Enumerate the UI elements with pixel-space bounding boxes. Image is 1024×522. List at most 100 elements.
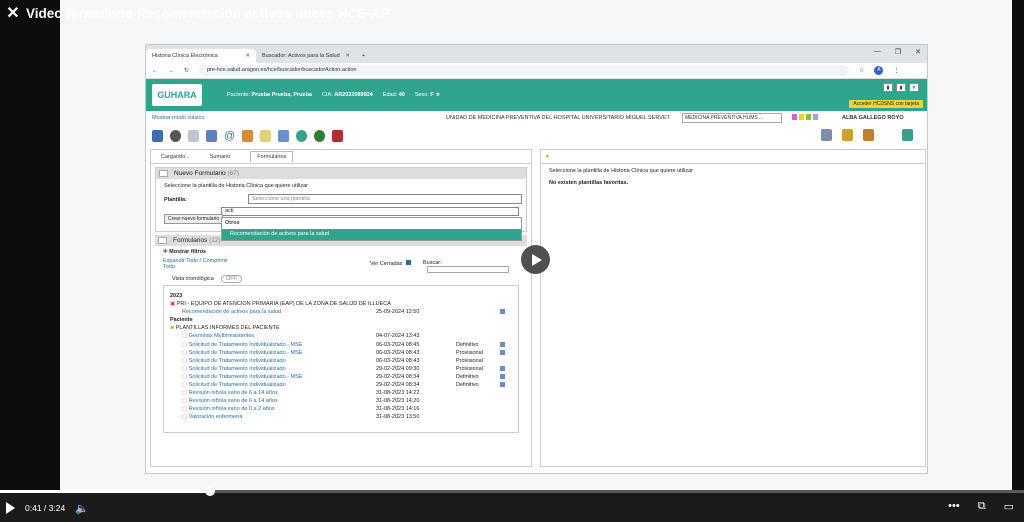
grid-icon[interactable]: [902, 129, 913, 141]
document-icon: ▢: [182, 398, 189, 405]
chip-icon[interactable]: [792, 114, 797, 120]
tree-row[interactable]: ▢ Revisión niño/a sano de 6 a 14 años 31-…: [170, 397, 512, 405]
expand-all-link[interactable]: Expandir Todo / Comprimir Todo: [163, 258, 233, 276]
report-icon[interactable]: [188, 130, 199, 142]
virus-icon[interactable]: [314, 130, 325, 142]
header-tool-icon[interactable]: ▮: [896, 83, 906, 92]
scrubber-handle[interactable]: [204, 486, 215, 496]
close-icon[interactable]: ✕: [245, 53, 250, 59]
menu-dots-icon[interactable]: ⋮: [893, 67, 899, 74]
dropdown-group-label: Otros: [225, 220, 240, 226]
new-tab-button[interactable]: +: [356, 49, 371, 63]
edit-icon[interactable]: [500, 382, 505, 388]
email-icon[interactable]: @: [224, 130, 235, 142]
buscar-input[interactable]: [427, 266, 509, 273]
no-favorites-text: No existen plantillas favoritas.: [549, 180, 629, 186]
tree-row[interactable]: Recomendación de activos para la salud 2…: [170, 308, 512, 316]
chip-icon[interactable]: [799, 114, 804, 120]
bars-icon[interactable]: [863, 129, 874, 141]
chip-icon[interactable]: [806, 114, 811, 120]
progress-bar[interactable]: [0, 486, 1024, 496]
restore-icon[interactable]: ❐: [895, 48, 901, 56]
sex-value: F: [430, 92, 434, 98]
monitor-icon[interactable]: [206, 130, 217, 142]
age-value: 40: [398, 92, 405, 98]
bookmark-star-icon[interactable]: ☆: [859, 67, 864, 74]
edit-icon[interactable]: [500, 365, 505, 371]
fullscreen-icon[interactable]: ▭: [1004, 500, 1014, 513]
hcdsns-button[interactable]: Acceder HCDSNS con tarjeta: [849, 100, 923, 108]
profile-avatar[interactable]: A: [874, 66, 884, 75]
attach-icon[interactable]: [821, 129, 832, 141]
star-icon[interactable]: ★: [435, 92, 440, 98]
forward-icon[interactable]: →: [168, 68, 174, 74]
play-button[interactable]: [521, 245, 550, 274]
tree-row[interactable]: ▢ Solicitud de Tratamiento Individualiza…: [170, 373, 512, 381]
document-icon[interactable]: [260, 130, 271, 142]
books-icon[interactable]: [152, 130, 163, 142]
tree-row-name: Solicitud de Tratamiento Individualizado: [188, 382, 286, 389]
tree-row[interactable]: ▢ Solicitud de Tratamiento Individualiza…: [170, 349, 512, 357]
tree-group[interactable]: ▰ PLANTILLAS INFORMES DEL PACIENTE: [170, 324, 512, 332]
header-close-icon[interactable]: ✕: [909, 83, 919, 92]
tree-group[interactable]: ▣ PRI - EQUIPO DE ATENCION PRIMARIA (EAP…: [170, 300, 512, 308]
folder-icon[interactable]: [242, 130, 253, 142]
camera-icon[interactable]: [170, 130, 181, 142]
binder-icon[interactable]: [332, 130, 343, 142]
edit-icon[interactable]: [500, 309, 505, 315]
ver-cerradas-checkbox[interactable]: [406, 260, 412, 265]
tree-row[interactable]: ▢ Valoración enfermería 31-08-2023 13:50: [170, 413, 512, 421]
forms-count: (12): [209, 237, 221, 244]
header-tool-icon[interactable]: ▮: [883, 83, 893, 92]
letterbox-left: [0, 0, 60, 490]
tab-cargando[interactable]: Cargando...: [161, 154, 190, 160]
browser-tab-hce[interactable]: Historia Clínica Electrónica ✕: [146, 49, 256, 63]
more-icon[interactable]: •••: [948, 500, 960, 513]
plantilla-label: Plantilla:: [164, 197, 187, 203]
new-form-header[interactable]: Nuevo Formulario (67): [156, 168, 526, 179]
create-form-button[interactable]: Crear nuevo formulario: [164, 214, 224, 224]
chart-icon[interactable]: [278, 130, 289, 142]
minimize-icon[interactable]: —: [874, 48, 881, 56]
back-icon[interactable]: ←: [152, 68, 158, 74]
show-filters-button[interactable]: ✚ Mostrar filtros: [155, 246, 527, 258]
volume-icon[interactable]: 🔈: [75, 502, 89, 515]
plantilla-select[interactable]: Seleccione una plantilla: [248, 194, 522, 204]
left-tabs: Cargando... Sumario Formularios: [151, 150, 531, 164]
reload-icon[interactable]: ↻: [184, 67, 189, 74]
play-icon[interactable]: [6, 502, 15, 514]
tab-sumario[interactable]: Sumario: [210, 154, 230, 160]
app-logo: GUHARA: [152, 84, 202, 106]
notes-icon[interactable]: [842, 129, 853, 141]
globe-icon[interactable]: [296, 130, 307, 142]
close-icon[interactable]: ✕: [345, 53, 350, 59]
browser-tab-buscador[interactable]: Buscador: Activos para la Salud ✕: [256, 49, 356, 63]
close-icon[interactable]: ✕: [0, 3, 26, 23]
captions-icon[interactable]: ⧉: [978, 500, 986, 513]
tree-row[interactable]: ▢ Germinas Multirresistentes 04-07-2024 1…: [170, 332, 512, 340]
tree-row[interactable]: ▢ Solicitud de Tratamiento Individualiza…: [170, 341, 512, 349]
edit-icon[interactable]: [500, 341, 505, 347]
tree-row[interactable]: ▢ Solicitud de Tratamiento Individualiza…: [170, 357, 512, 365]
tree-row[interactable]: ▢ Revisión niño/a sano de 0 a 2 años 31-0…: [170, 405, 512, 413]
edit-icon[interactable]: [500, 349, 505, 355]
tab-formularios[interactable]: Formularios: [250, 151, 294, 162]
dropdown-option[interactable]: Recomendación de activos para la salud: [222, 229, 521, 240]
tree-row[interactable]: ▢ Revisión niño/a sano de 6 a 14 años 31-…: [170, 389, 512, 397]
form-icon: [159, 170, 168, 177]
tree-row-date: 31-08-2023 13:50: [376, 414, 420, 421]
tree-row-name: Solicitud de Tratamiento Individualizado…: [188, 341, 303, 348]
favorites-star-icon[interactable]: ★: [541, 150, 925, 164]
vista-toggle[interactable]: OFF: [221, 275, 242, 283]
service-select[interactable]: MEDICINA PREVENTIVA HUMS ...: [682, 113, 782, 123]
user-name[interactable]: ALBA GALLEGO ROYO: [842, 115, 904, 121]
tree-row[interactable]: ▢ Solicitud de Tratamiento Individualiza…: [170, 365, 512, 373]
classic-mode-link[interactable]: Mostrar modo clásico: [152, 115, 204, 121]
edit-icon[interactable]: [500, 373, 505, 379]
toolbar-right: [821, 129, 913, 141]
close-window-icon[interactable]: ✕: [915, 48, 921, 56]
chip-icon[interactable]: [813, 114, 818, 120]
plantilla-search-input[interactable]: acti: [221, 207, 519, 216]
tree-row[interactable]: ▢ Solicitud de Tratamiento Individualiza…: [170, 381, 512, 389]
url-field[interactable]: pre-hce.salud.aragon.es/hce/buscador/bus…: [199, 65, 850, 76]
